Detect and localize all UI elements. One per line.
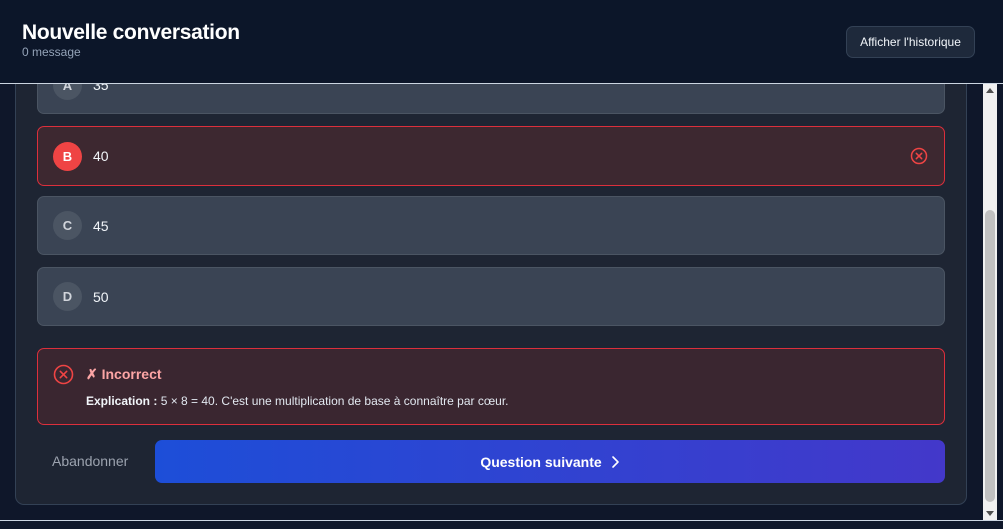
x-circle-icon [910, 147, 928, 165]
conversation-header: Nouvelle conversation 0 message Afficher… [0, 0, 1003, 84]
scroll-down-arrow-icon[interactable] [986, 511, 994, 516]
option-text: 50 [93, 288, 109, 305]
vertical-scrollbar[interactable] [983, 84, 997, 520]
chevron-right-icon [611, 455, 619, 468]
option-letter: B [53, 141, 82, 171]
option-text: 40 [93, 148, 109, 164]
abandon-button[interactable]: Abandonner [52, 453, 128, 469]
explanation-label: Explication : [86, 394, 158, 408]
feedback-explanation: Explication : 5 × 8 = 40. C'est une mult… [86, 394, 509, 408]
option-letter: D [53, 282, 82, 311]
page-title: Nouvelle conversation [22, 21, 240, 44]
next-question-label: Question suivante [480, 453, 602, 470]
divider [0, 520, 1003, 521]
next-question-button[interactable]: Question suivante [155, 440, 945, 483]
message-count: 0 message [22, 45, 81, 59]
answer-option-c[interactable]: C 45 [37, 196, 945, 255]
scroll-up-arrow-icon[interactable] [986, 88, 994, 93]
answer-option-d[interactable]: D 50 [37, 267, 945, 326]
feedback-panel: ✗ Incorrect Explication : 5 × 8 = 40. C'… [37, 348, 945, 425]
scrollbar-thumb[interactable] [985, 210, 995, 502]
answer-option-b[interactable]: B 40 [37, 126, 945, 186]
feedback-title: ✗ Incorrect [86, 366, 162, 382]
explanation-text: 5 × 8 = 40. C'est une multiplication de … [160, 394, 509, 408]
show-history-button[interactable]: Afficher l'historique [846, 26, 975, 58]
x-circle-icon [53, 364, 74, 385]
option-letter: C [53, 211, 82, 240]
option-text: 45 [93, 217, 109, 234]
